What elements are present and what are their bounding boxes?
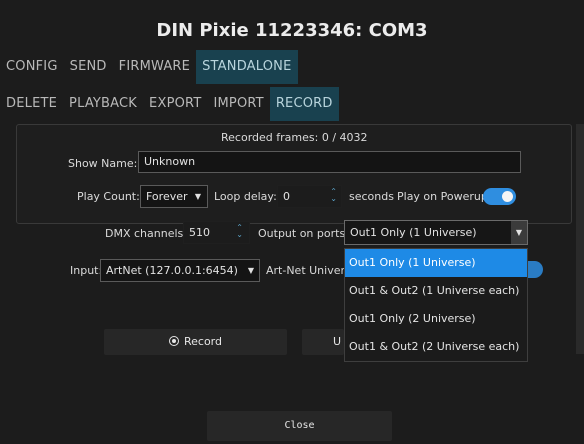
output-ports-label: Output on ports [258, 227, 346, 240]
chevron-down-icon[interactable]: ▼ [511, 221, 527, 244]
show-name-input[interactable]: Unknown [138, 151, 521, 173]
window-title: DIN Pixie 11223346: COM3 [156, 20, 428, 41]
recorded-frames-current: 0 [321, 131, 329, 144]
loop-delay-label: Loop delay: [214, 190, 277, 203]
tab-config[interactable]: CONFIG [0, 50, 64, 84]
artnet-universe-label: Art-Net Universe [266, 264, 344, 277]
recorded-frames-label: Recorded frames: [221, 131, 319, 144]
output-ports-option[interactable]: Out1 & Out2 (2 Universe each) [345, 333, 527, 361]
dmx-channels-input[interactable]: 510 ⌃ ⌄ [183, 221, 250, 244]
chevron-down-icon: ▼ [247, 266, 254, 275]
record-button[interactable]: Record [104, 329, 287, 355]
output-ports-option[interactable]: Out1 & Out2 (1 Universe each) [345, 277, 527, 305]
recorded-frames-status: Recorded frames: 0 / 4032 [221, 131, 368, 144]
tab-delete[interactable]: DELETE [0, 87, 63, 121]
secondary-button[interactable]: U [302, 329, 344, 355]
loop-delay-value: 0 [283, 190, 290, 203]
spinner-arrows-icon[interactable]: ⌃ ⌄ [236, 224, 243, 239]
loop-delay-input[interactable]: 0 ⌃ ⌄ [277, 185, 342, 208]
output-ports-dropdown-list: Out1 Only (1 Universe) Out1 & Out2 (1 Un… [344, 248, 528, 362]
output-ports-value: Out1 Only (1 Universe) [350, 226, 477, 239]
tab-export[interactable]: EXPORT [143, 87, 207, 121]
dmx-channels-label: DMX channels: [105, 227, 187, 240]
record-label: Record [183, 335, 222, 348]
show-name-label: Show Name: [68, 157, 138, 170]
output-ports-option[interactable]: Out1 Only (1 Universe) [345, 249, 527, 277]
input-select[interactable]: ArtNet (127.0.0.1:6454) ▼ [100, 259, 260, 282]
window-edge [576, 124, 584, 354]
tab-firmware[interactable]: FIRMWARE [113, 50, 196, 84]
dmx-channels-value: 510 [189, 226, 210, 239]
input-label: Input: [70, 264, 103, 277]
chevron-down-icon: ▼ [194, 192, 201, 201]
tab-send[interactable]: SEND [64, 50, 113, 84]
close-button[interactable]: Close [207, 411, 392, 441]
play-on-powerup-toggle[interactable] [483, 188, 516, 205]
play-on-powerup-label: Play on Powerup: [397, 190, 492, 203]
tab-standalone[interactable]: STANDALONE [196, 50, 298, 84]
spinner-arrows-icon[interactable]: ⌃ ⌄ [330, 188, 337, 203]
secondary-button-label: U [332, 335, 341, 348]
loop-delay-unit: seconds [349, 190, 394, 203]
recorded-frames-separator: / [332, 131, 337, 144]
tab-record[interactable]: RECORD [269, 87, 339, 121]
toggle-knob [502, 191, 513, 202]
input-value: ArtNet (127.0.0.1:6454) [106, 264, 238, 277]
play-count-value: Forever [146, 190, 188, 203]
output-ports-select[interactable]: Out1 Only (1 Universe) ▼ [344, 220, 528, 245]
recorded-frames-total: 4032 [339, 131, 368, 144]
main-tabs: CONFIG SEND FIRMWARE STANDALONE [0, 50, 298, 84]
play-count-label: Play Count: [77, 190, 140, 203]
sub-tabs: DELETE PLAYBACK EXPORT IMPORT RECORD [0, 87, 339, 121]
tab-import[interactable]: IMPORT [207, 87, 269, 121]
tab-playback[interactable]: PLAYBACK [63, 87, 143, 121]
record-icon [168, 336, 179, 346]
output-ports-option[interactable]: Out1 Only (2 Universe) [345, 305, 527, 333]
play-count-select[interactable]: Forever ▼ [140, 185, 208, 208]
